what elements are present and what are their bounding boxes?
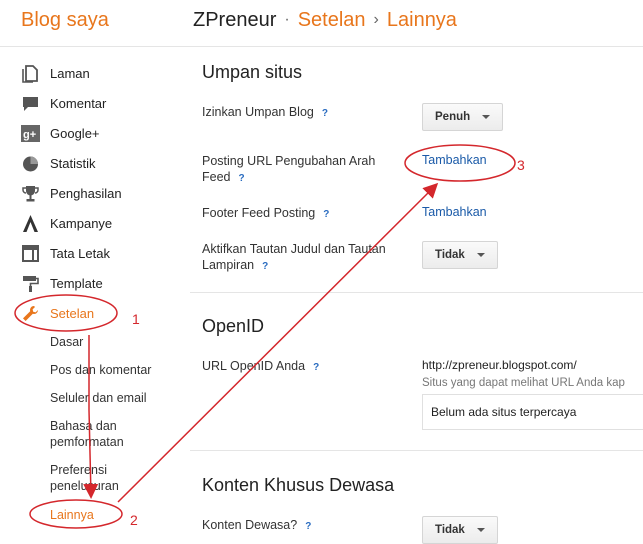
annotation-number-3: 3 [517,157,525,173]
annotation-number-2: 2 [130,512,138,528]
annotation-number-1: 1 [132,311,140,327]
annotation-arrow-down [83,335,99,499]
annotation-circle-tambahkan [404,144,516,182]
annotation-circle-setelan [14,294,118,332]
annotation-arrow-diagonal [117,182,439,503]
annotation-overlay [14,144,516,529]
annotation-circle-lainnya [29,499,123,529]
